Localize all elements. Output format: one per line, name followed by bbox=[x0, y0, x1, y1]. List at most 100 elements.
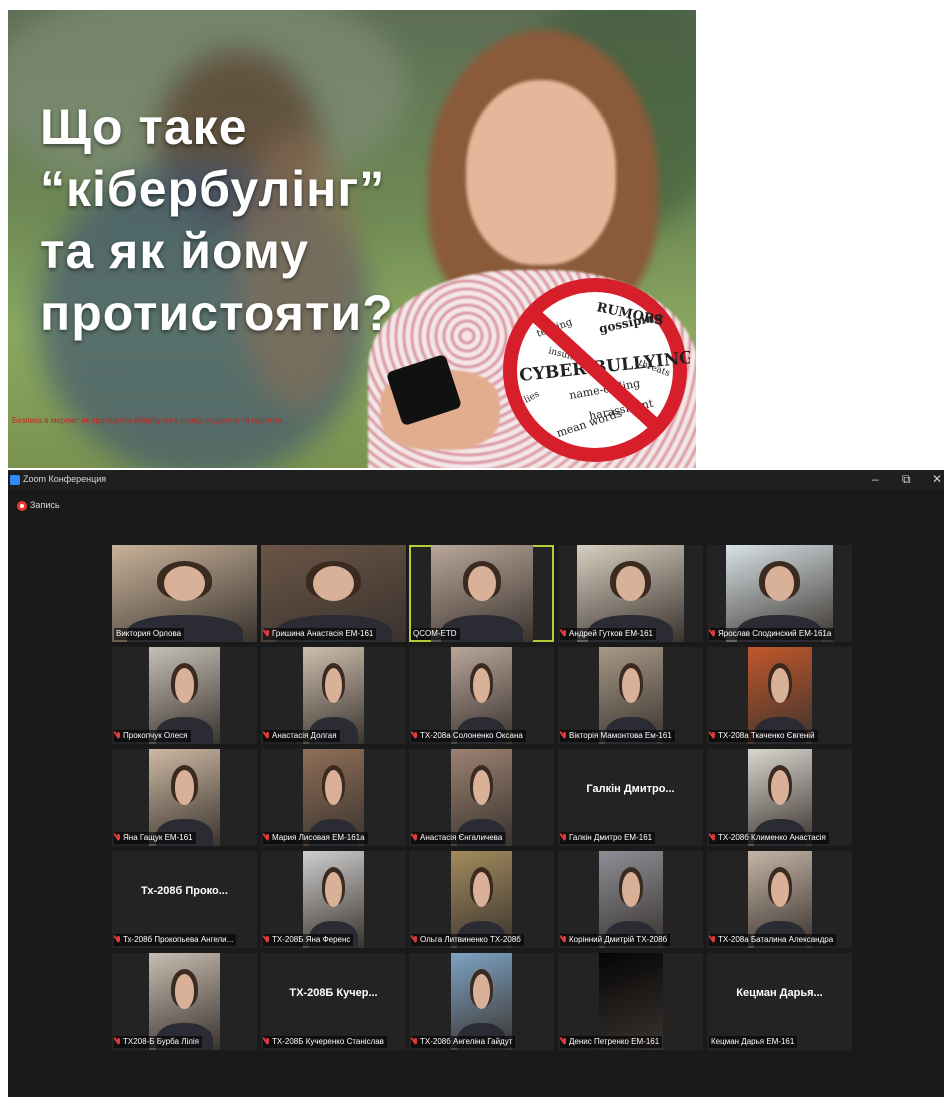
stop-cyberbullying-sign: RUMORS teasing gossiping insults threats… bbox=[503, 278, 690, 462]
girl-face bbox=[466, 80, 616, 265]
participant-tile[interactable]: ТХ-208б Ангеліна Гайдут bbox=[409, 953, 554, 1050]
participant-name: ТХ-208а Солоненко Оксана bbox=[420, 731, 523, 740]
participant-tile[interactable]: Анастасія Єнгаличева bbox=[409, 749, 554, 846]
participant-tile[interactable]: Вікторія Мамонтова Ем-161 bbox=[558, 647, 703, 744]
muted-mic-icon bbox=[114, 934, 123, 946]
participant-name-label: Денис Петренко ЕМ-161 bbox=[560, 1036, 663, 1048]
participant-name-label: Ольга Литвиненко ТХ-208б bbox=[411, 934, 524, 946]
participant-name: Анастасія Єнгаличева bbox=[420, 833, 503, 842]
participant-name: Вікторія Мамонтова Ем-161 bbox=[569, 731, 672, 740]
participant-name-label: ТХ-208а Ткаченко Євгеній bbox=[709, 730, 818, 742]
participant-tile[interactable]: Анастасія Долгая bbox=[261, 647, 406, 744]
participant-name: Виктория Орлова bbox=[116, 629, 182, 638]
participant-name: Ярослав Сподинский ЕМ-161а bbox=[718, 629, 832, 638]
participant-tile[interactable]: Виктория Орлова bbox=[112, 545, 257, 642]
title-bar[interactable]: Zoom Конференция – ⧉ ✕ bbox=[8, 470, 944, 490]
minimize-button[interactable]: – bbox=[872, 472, 879, 486]
participant-name: Ольга Литвиненко ТХ-208б bbox=[420, 935, 521, 944]
participant-tile[interactable]: Мария Лисовая ЕМ-161а bbox=[261, 749, 406, 846]
zoom-window: Zoom Конференция – ⧉ ✕ Запись Виктория О… bbox=[8, 470, 944, 1097]
participant-tile[interactable]: Прокопчук Олеся bbox=[112, 647, 257, 744]
participant-name-label: Анастасія Єнгаличева bbox=[411, 832, 506, 844]
participant-tile[interactable]: ТХ-208а Баталина Александра bbox=[707, 851, 852, 948]
window-title: Zoom Конференция bbox=[23, 474, 107, 484]
participant-face bbox=[771, 872, 789, 908]
participant-tile[interactable]: ТХ-208б Клименко Анастасія bbox=[707, 749, 852, 846]
participant-face bbox=[622, 668, 640, 704]
muted-mic-icon bbox=[560, 628, 569, 640]
participant-name: Тх-208б Прокопьева Ангели... bbox=[123, 935, 234, 944]
participant-face bbox=[771, 770, 789, 806]
participant-name-label: QCOM-ЕТD bbox=[411, 628, 460, 640]
participant-tile[interactable]: ТХ208-Б Бурба Лілія bbox=[112, 953, 257, 1050]
participant-name: Корінний Дмитрій ТХ-208б bbox=[569, 935, 668, 944]
participant-name-label: Яна Гащук ЕМ-161 bbox=[114, 832, 196, 844]
participant-name: ТХ208-Б Бурба Лілія bbox=[123, 1037, 200, 1046]
participant-tile[interactable]: ТХ-208Б Яна Ференс bbox=[261, 851, 406, 948]
participant-name: ТХ-208а Ткаченко Євгеній bbox=[718, 731, 815, 740]
participant-name: Яна Гащук ЕМ-161 bbox=[123, 833, 193, 842]
participant-name-label: Ярослав Сподинский ЕМ-161а bbox=[709, 628, 835, 640]
participant-name-label: ТХ-208Б Кучеренко Станіслав bbox=[263, 1036, 387, 1048]
muted-mic-icon bbox=[263, 730, 272, 742]
participant-name: Галкін Дмитро ЕМ-161 bbox=[569, 833, 653, 842]
participant-name-label: ТХ208-Б Бурба Лілія bbox=[114, 1036, 203, 1048]
participant-name-label: Гришина Анастасія ЕМ-161 bbox=[263, 628, 377, 640]
muted-mic-icon bbox=[263, 934, 272, 946]
participant-name-label: ТХ-208а Баталина Александра bbox=[709, 934, 837, 946]
slide-image: Що таке “кібербулінг” та як йому протист… bbox=[8, 10, 696, 468]
muted-mic-icon bbox=[263, 832, 272, 844]
muted-mic-icon bbox=[560, 730, 569, 742]
participant-name-label: ТХ-208Б Яна Ференс bbox=[263, 934, 354, 946]
participant-tile[interactable]: ТХ-208а Солоненко Оксана bbox=[409, 647, 554, 744]
muted-mic-icon bbox=[114, 730, 123, 742]
participant-tile[interactable]: Денис Петренко ЕМ-161 bbox=[558, 953, 703, 1050]
participant-name: Кецман Дарья ЕМ-161 bbox=[711, 1037, 795, 1046]
participant-tile[interactable]: Гришина Анастасія ЕМ-161 bbox=[261, 545, 406, 642]
muted-mic-icon bbox=[709, 832, 718, 844]
participant-face bbox=[324, 668, 343, 704]
participant-name-label: Прокопчук Олеся bbox=[114, 730, 191, 742]
record-icon bbox=[17, 501, 27, 511]
participant-tile[interactable]: Яна Гащук ЕМ-161 bbox=[112, 749, 257, 846]
participant-name: ТХ-208б Ангеліна Гайдут bbox=[420, 1037, 513, 1046]
participant-tile[interactable]: Тх-208б Проко... Тх-208б Прокопьева Ангел… bbox=[112, 851, 257, 948]
slide-caption: Безпека в мережі: як протидіяти кібербул… bbox=[12, 416, 283, 425]
participant-tile[interactable]: Кецман Дарья... Кецман Дарья ЕМ-161 bbox=[707, 953, 852, 1050]
participant-name-label: Анастасія Долгая bbox=[263, 730, 340, 742]
participant-face bbox=[622, 872, 640, 908]
participant-tile[interactable]: ТХ-208а Ткаченко Євгеній bbox=[707, 647, 852, 744]
participant-name-label: Вікторія Мамонтова Ем-161 bbox=[560, 730, 675, 742]
participant-tile[interactable]: Андрей Гутков ЕМ-161 bbox=[558, 545, 703, 642]
muted-mic-icon bbox=[411, 730, 420, 742]
slide-title: Що таке “кібербулінг” та як йому протист… bbox=[40, 99, 394, 341]
participant-face bbox=[324, 770, 343, 806]
participant-name: ТХ-208б Клименко Анастасія bbox=[718, 833, 826, 842]
participant-face bbox=[472, 770, 491, 806]
participant-tile[interactable]: ТХ-208Б Кучер... ТХ-208Б Кучеренко Станіс… bbox=[261, 953, 406, 1050]
participant-tile[interactable]: QCOM-ЕТD bbox=[409, 545, 554, 642]
close-button[interactable]: ✕ bbox=[932, 472, 942, 486]
recording-label: Запись bbox=[30, 500, 60, 510]
zoom-app-icon bbox=[10, 475, 20, 485]
participant-name-label: Галкін Дмитро ЕМ-161 bbox=[560, 832, 656, 844]
participant-tile[interactable]: Ольга Литвиненко ТХ-208б bbox=[409, 851, 554, 948]
participant-tile[interactable]: Корінний Дмитрій ТХ-208б bbox=[558, 851, 703, 948]
participant-name: Анастасія Долгая bbox=[272, 731, 337, 740]
restore-button[interactable]: ⧉ bbox=[902, 472, 911, 486]
participant-face bbox=[472, 872, 491, 908]
participant-name-label: Тх-208б Прокопьева Ангели... bbox=[114, 934, 237, 946]
participant-name: Прокопчук Олеся bbox=[123, 731, 188, 740]
muted-mic-icon bbox=[263, 1036, 272, 1048]
participant-tile[interactable]: Ярослав Сподинский ЕМ-161а bbox=[707, 545, 852, 642]
participant-name: ТХ-208Б Яна Ференс bbox=[272, 935, 351, 944]
muted-mic-icon bbox=[263, 628, 272, 640]
participant-name: Гришина Анастасія ЕМ-161 bbox=[272, 629, 374, 638]
participant-face bbox=[771, 668, 789, 704]
participant-name-label: Виктория Орлова bbox=[114, 628, 185, 640]
participant-face bbox=[472, 974, 491, 1010]
participant-name: ТХ-208Б Кучеренко Станіслав bbox=[272, 1037, 384, 1046]
participant-face bbox=[164, 566, 205, 602]
participant-tile[interactable]: Галкін Дмитро... Галкін Дмитро ЕМ-161 bbox=[558, 749, 703, 846]
participant-face bbox=[472, 668, 491, 704]
